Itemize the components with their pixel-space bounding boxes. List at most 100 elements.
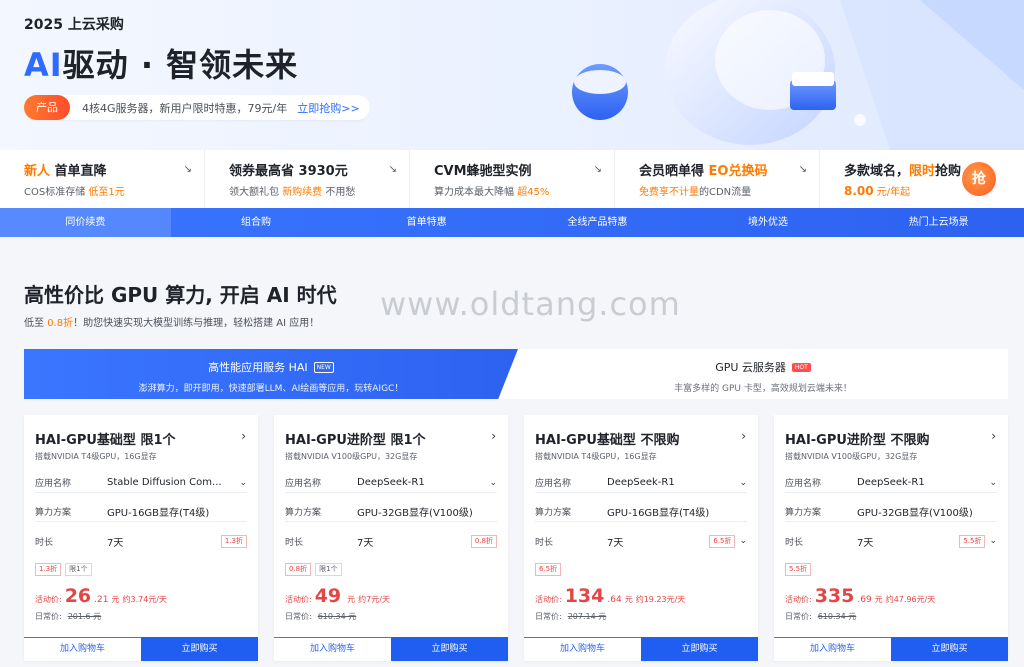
tab-hai-title-row: 高性能应用服务 HAI NEW xyxy=(24,359,518,375)
duration-select[interactable]: 7天 xyxy=(107,534,221,549)
tab-gpu-title: GPU 云服务器 xyxy=(715,361,786,374)
original-price-value: 201.6 元 xyxy=(67,612,102,621)
strip-domain-price-unit: 元/年起 xyxy=(873,187,911,198)
activity-price: 活动价: 26.21 元约3.74元/天 xyxy=(35,585,167,607)
strip-domain[interactable]: 多款域名，限时抢购 8.00 元/年起 抢 xyxy=(820,150,1024,208)
plan-row: 算力方案 GPU-32GB显存(V100级) xyxy=(785,502,997,522)
add-to-cart-button[interactable]: 加入购物车 xyxy=(274,637,391,661)
product-card: HAI-GPU基础型 限1个 › 搭载NVIDIA T4级GPU，16G显存 应… xyxy=(24,415,258,661)
product-tabs: 高性能应用服务 HAI NEW 澎湃算力，即开即用，快速部署LLM、AI绘画等应用… xyxy=(24,349,1008,399)
plan-value: GPU-32GB显存(V100级) xyxy=(357,508,473,519)
strip-cvm[interactable]: CVM蜂驰型实例 算力成本最大降幅 超45% ↘ xyxy=(410,150,615,208)
strip-newbie-sub-highlight: 低至1元 xyxy=(88,187,125,198)
duration-row: 时长 7天 6.5折 ⌄ xyxy=(535,531,747,551)
plan-value: GPU-32GB显存(V100级) xyxy=(857,508,973,519)
tab-gpu-desc: 丰富多样的 GPU 卡型，高效规划云端未来！ xyxy=(674,384,852,394)
app-name-label: 应用名称 xyxy=(285,479,322,489)
nav-item-overseas[interactable]: 境外优选 xyxy=(683,208,854,237)
hero-title: AI驱动 · 智领未来 xyxy=(24,40,298,86)
nav-item-scenarios[interactable]: 热门上云场景 xyxy=(853,208,1024,237)
promo-nav: 同价续费 组合购 首单特惠 全线产品特惠 境外优选 热门上云场景 xyxy=(0,208,1024,237)
duration-discount-tag: 0.8折 xyxy=(470,534,497,548)
hero-title-rest: 驱动 · 智领未来 xyxy=(62,46,299,84)
buy-now-button[interactable]: 立即购买 xyxy=(891,637,1008,661)
strip-member-sub-text: 的CDN流量 xyxy=(699,187,752,198)
card-actions: 加入购物车 立即购买 xyxy=(274,637,508,661)
card-actions: 加入购物车 立即购买 xyxy=(524,637,758,661)
activity-price-label: 活动价: xyxy=(285,595,312,604)
strip-coupon-sub: 领大额礼包 新购续费 不用愁 xyxy=(229,183,409,198)
original-price-label: 日常价: xyxy=(35,612,62,621)
section-title: 高性价比 GPU 算力, 开启 AI 时代 xyxy=(24,283,337,307)
card-title[interactable]: HAI-GPU进阶型 不限购 xyxy=(785,429,929,448)
chevron-down-icon[interactable]: ⌄ xyxy=(239,478,247,488)
nav-item-renew[interactable]: 同价续费 xyxy=(0,208,171,237)
duration-select[interactable]: 7天 xyxy=(357,534,471,549)
strip-newbie-title-rest: 首单直降 xyxy=(50,164,107,179)
new-badge: NEW xyxy=(313,361,334,373)
activity-price-label: 活动价: xyxy=(535,595,562,604)
strip-newbie[interactable]: 新人 首单直降 COS标准存储 低至1元 ↘ xyxy=(0,150,205,208)
promo-tag: 产品 xyxy=(24,95,70,120)
grab-badge-icon[interactable]: 抢 xyxy=(962,162,996,196)
add-to-cart-button[interactable]: 加入购物车 xyxy=(524,637,641,661)
tab-hai-desc: 澎湃算力，即开即用，快速部署LLM、AI绘画等应用，玩转AIGC！ xyxy=(138,384,404,394)
plan-row: 算力方案 GPU-16GB显存(T4级) xyxy=(35,502,247,522)
buy-now-button[interactable]: 立即购买 xyxy=(641,637,758,661)
watermark: www.oldtang.com xyxy=(380,285,681,323)
activity-price: 活动价: 49 元约7元/天 xyxy=(285,585,390,607)
strip-coupon-title: 领券最高省 3930元 xyxy=(229,164,348,179)
chevron-down-icon[interactable]: ⌄ xyxy=(739,536,747,546)
hero-promo[interactable]: 产品 4核4G服务器，新用户限时特惠，79元/年 立即抢购>> xyxy=(24,95,370,120)
strip-coupon-sub-tail: 不用愁 xyxy=(322,187,356,198)
chevron-right-icon[interactable]: › xyxy=(741,429,746,443)
strip-member-title-text: 会员晒单得 xyxy=(639,164,709,179)
strip-cvm-sub: 算力成本最大降幅 超45% xyxy=(434,183,614,198)
chevron-right-icon[interactable]: › xyxy=(991,429,996,443)
duration-select[interactable]: 7天 xyxy=(607,534,709,549)
card-desc: 搭载NVIDIA T4级GPU，16G显存 xyxy=(35,452,157,461)
strip-newbie-title-highlight: 新人 xyxy=(24,164,51,179)
plan-value: GPU-16GB显存(T4级) xyxy=(107,508,210,519)
nav-item-all-products[interactable]: 全线产品特惠 xyxy=(512,208,683,237)
buy-now-button[interactable]: 立即购买 xyxy=(391,637,508,661)
strip-coupon[interactable]: 领券最高省 3930元 领大额礼包 新购续费 不用愁 ↘ xyxy=(205,150,410,208)
chevron-down-icon[interactable]: ⌄ xyxy=(989,536,997,546)
app-name-select[interactable]: Stable Diffusion Com... xyxy=(107,477,239,488)
chevron-down-icon[interactable]: ⌄ xyxy=(739,478,747,488)
nav-item-first-order[interactable]: 首单特惠 xyxy=(341,208,512,237)
strip-newbie-sub-text: COS标准存储 xyxy=(24,187,89,198)
strip-member[interactable]: 会员晒单得 EO兑换码 免费享不计量的CDN流量 ↘ xyxy=(615,150,820,208)
chevron-down-icon[interactable]: ⌄ xyxy=(489,478,497,488)
hero-banner[interactable]: 2025 上云采购 AI驱动 · 智领未来 产品 4核4G服务器，新用户限时特惠… xyxy=(0,0,1024,150)
card-desc: 搭载NVIDIA V100级GPU，32G显存 xyxy=(285,452,418,461)
nav-item-combo[interactable]: 组合购 xyxy=(171,208,342,237)
app-name-select[interactable]: DeepSeek-R1 xyxy=(607,477,739,488)
duration-discount-tag: 6.5折 xyxy=(709,534,736,548)
buy-now-button[interactable]: 立即购买 xyxy=(141,637,258,661)
add-to-cart-button[interactable]: 加入购物车 xyxy=(774,637,891,661)
app-name-select[interactable]: DeepSeek-R1 xyxy=(857,477,989,488)
app-name-row: 应用名称 DeepSeek-R1 ⌄ xyxy=(785,473,997,493)
duration-label: 时长 xyxy=(285,537,304,548)
original-price-value: 610.34 元 xyxy=(817,612,857,621)
promo-link[interactable]: 立即抢购>> xyxy=(297,100,359,116)
strip-cvm-title: CVM蜂驰型实例 xyxy=(434,164,532,179)
card-title[interactable]: HAI-GPU进阶型 限1个 xyxy=(285,429,426,448)
app-name-select[interactable]: DeepSeek-R1 xyxy=(357,477,489,488)
chevron-right-icon[interactable]: › xyxy=(241,429,246,443)
chevron-right-icon[interactable]: › xyxy=(491,429,496,443)
duration-select[interactable]: 7天 xyxy=(857,534,959,549)
strip-domain-title-text: 多款域名， xyxy=(844,164,910,179)
tab-gpu-server[interactable]: GPU 云服务器 HOT 丰富多样的 GPU 卡型，高效规划云端未来！ xyxy=(518,349,1008,399)
card-desc: 搭载NVIDIA V100级GPU，32G显存 xyxy=(785,452,918,461)
card-actions: 加入购物车 立即购买 xyxy=(24,637,258,661)
card-title[interactable]: HAI-GPU基础型 不限购 xyxy=(535,429,679,448)
original-price: 日常价: 201.6 元 xyxy=(35,611,101,622)
hero-kicker: 2025 上云采购 xyxy=(24,17,124,33)
tab-hai[interactable]: 高性能应用服务 HAI NEW 澎湃算力，即开即用，快速部署LLM、AI绘画等应用… xyxy=(24,349,518,399)
card-title[interactable]: HAI-GPU基础型 限1个 xyxy=(35,429,176,448)
price-integer: 49 xyxy=(314,585,342,607)
chevron-down-icon[interactable]: ⌄ xyxy=(989,478,997,488)
add-to-cart-button[interactable]: 加入购物车 xyxy=(24,637,141,661)
